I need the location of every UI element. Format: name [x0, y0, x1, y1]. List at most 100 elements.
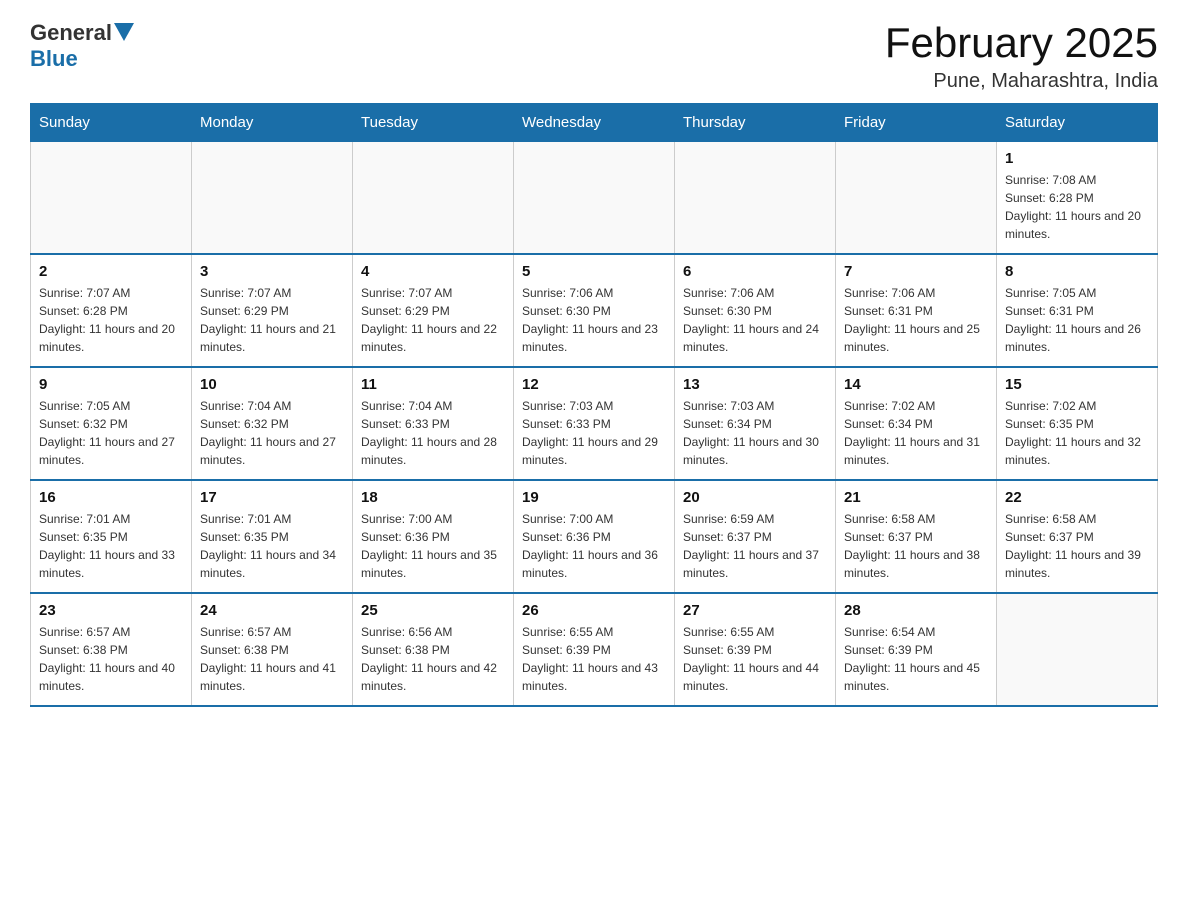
day-number: 26	[522, 602, 666, 619]
calendar-cell: 18 Sunrise: 7:00 AMSunset: 6:36 PMDayligh…	[353, 480, 514, 593]
week-row-2: 2Sunrise: 7:07 AMSunset: 6:28 PMDaylight…	[31, 254, 1158, 367]
day-number: 1	[1005, 150, 1149, 167]
calendar-cell: 2Sunrise: 7:07 AMSunset: 6:28 PMDaylight…	[31, 254, 192, 367]
header-monday: Monday	[192, 104, 353, 142]
calendar-cell: 15 Sunrise: 7:02 AMSunset: 6:35 PMDayligh…	[997, 367, 1158, 480]
header-saturday: Saturday	[997, 104, 1158, 142]
day-number: 28	[844, 602, 988, 619]
calendar-cell: 3Sunrise: 7:07 AMSunset: 6:29 PMDaylight…	[192, 254, 353, 367]
calendar-header: SundayMondayTuesdayWednesdayThursdayFrid…	[31, 104, 1158, 142]
week-row-5: 23 Sunrise: 6:57 AMSunset: 6:38 PMDayligh…	[31, 593, 1158, 706]
header-thursday: Thursday	[675, 104, 836, 142]
day-number: 27	[683, 602, 827, 619]
day-info: Sunrise: 7:00 AMSunset: 6:36 PMDaylight:…	[361, 510, 505, 582]
calendar-cell: 5 Sunrise: 7:06 AMSunset: 6:30 PMDaylight…	[514, 254, 675, 367]
day-info: Sunrise: 7:03 AMSunset: 6:33 PMDaylight:…	[522, 397, 666, 469]
header-friday: Friday	[836, 104, 997, 142]
day-info: Sunrise: 7:02 AMSunset: 6:35 PMDaylight:…	[1005, 397, 1149, 469]
logo: General Blue	[30, 20, 134, 72]
day-info: Sunrise: 6:55 AMSunset: 6:39 PMDaylight:…	[683, 623, 827, 695]
day-info: Sunrise: 7:03 AMSunset: 6:34 PMDaylight:…	[683, 397, 827, 469]
day-info: Sunrise: 7:08 AMSunset: 6:28 PMDaylight:…	[1005, 171, 1149, 243]
day-info: Sunrise: 7:06 AMSunset: 6:31 PMDaylight:…	[844, 284, 988, 356]
day-number: 13	[683, 376, 827, 393]
calendar-cell	[836, 142, 997, 255]
week-row-1: 1 Sunrise: 7:08 AMSunset: 6:28 PMDaylight…	[31, 142, 1158, 255]
day-info: Sunrise: 7:05 AMSunset: 6:32 PMDaylight:…	[39, 397, 183, 469]
calendar-cell: 13 Sunrise: 7:03 AMSunset: 6:34 PMDayligh…	[675, 367, 836, 480]
day-info: Sunrise: 7:01 AMSunset: 6:35 PMDaylight:…	[200, 510, 344, 582]
calendar-cell: 16Sunrise: 7:01 AMSunset: 6:35 PMDayligh…	[31, 480, 192, 593]
calendar-cell: 9 Sunrise: 7:05 AMSunset: 6:32 PMDaylight…	[31, 367, 192, 480]
page-header: General Blue February 2025 Pune, Maharas…	[30, 20, 1158, 93]
calendar-cell: 6Sunrise: 7:06 AMSunset: 6:30 PMDaylight…	[675, 254, 836, 367]
week-row-3: 9 Sunrise: 7:05 AMSunset: 6:32 PMDaylight…	[31, 367, 1158, 480]
week-row-4: 16Sunrise: 7:01 AMSunset: 6:35 PMDayligh…	[31, 480, 1158, 593]
day-number: 23	[39, 602, 183, 619]
day-info: Sunrise: 7:02 AMSunset: 6:34 PMDaylight:…	[844, 397, 988, 469]
day-info: Sunrise: 7:07 AMSunset: 6:29 PMDaylight:…	[200, 284, 344, 356]
day-number: 9	[39, 376, 183, 393]
day-info: Sunrise: 6:58 AMSunset: 6:37 PMDaylight:…	[1005, 510, 1149, 582]
day-number: 21	[844, 489, 988, 506]
calendar-cell: 7 Sunrise: 7:06 AMSunset: 6:31 PMDaylight…	[836, 254, 997, 367]
day-number: 11	[361, 376, 505, 393]
day-info: Sunrise: 6:57 AMSunset: 6:38 PMDaylight:…	[39, 623, 183, 695]
logo-general-text: General	[30, 20, 112, 46]
calendar-cell: 21 Sunrise: 6:58 AMSunset: 6:37 PMDayligh…	[836, 480, 997, 593]
day-info: Sunrise: 6:59 AMSunset: 6:37 PMDaylight:…	[683, 510, 827, 582]
day-number: 12	[522, 376, 666, 393]
calendar-cell: 23 Sunrise: 6:57 AMSunset: 6:38 PMDayligh…	[31, 593, 192, 706]
day-info: Sunrise: 7:06 AMSunset: 6:30 PMDaylight:…	[522, 284, 666, 356]
calendar-cell: 28 Sunrise: 6:54 AMSunset: 6:39 PMDayligh…	[836, 593, 997, 706]
calendar-cell: 10Sunrise: 7:04 AMSunset: 6:32 PMDayligh…	[192, 367, 353, 480]
day-info: Sunrise: 6:54 AMSunset: 6:39 PMDaylight:…	[844, 623, 988, 695]
header-tuesday: Tuesday	[353, 104, 514, 142]
logo-combined: General Blue	[30, 20, 134, 72]
calendar-cell: 1 Sunrise: 7:08 AMSunset: 6:28 PMDaylight…	[997, 142, 1158, 255]
day-info: Sunrise: 6:56 AMSunset: 6:38 PMDaylight:…	[361, 623, 505, 695]
calendar-cell: 27 Sunrise: 6:55 AMSunset: 6:39 PMDayligh…	[675, 593, 836, 706]
calendar-cell: 25 Sunrise: 6:56 AMSunset: 6:38 PMDayligh…	[353, 593, 514, 706]
calendar-cell: 26 Sunrise: 6:55 AMSunset: 6:39 PMDayligh…	[514, 593, 675, 706]
header-sunday: Sunday	[31, 104, 192, 142]
day-number: 10	[200, 376, 344, 393]
day-number: 20	[683, 489, 827, 506]
day-number: 15	[1005, 376, 1149, 393]
calendar-cell: 24 Sunrise: 6:57 AMSunset: 6:38 PMDayligh…	[192, 593, 353, 706]
logo-blue-text: Blue	[30, 46, 78, 72]
calendar-cell	[997, 593, 1158, 706]
day-info: Sunrise: 7:07 AMSunset: 6:29 PMDaylight:…	[361, 284, 505, 356]
day-number: 7	[844, 263, 988, 280]
calendar-cell: 8 Sunrise: 7:05 AMSunset: 6:31 PMDaylight…	[997, 254, 1158, 367]
day-info: Sunrise: 7:04 AMSunset: 6:33 PMDaylight:…	[361, 397, 505, 469]
calendar-cell: 4 Sunrise: 7:07 AMSunset: 6:29 PMDaylight…	[353, 254, 514, 367]
day-number: 17	[200, 489, 344, 506]
logo-arrow-icon	[114, 23, 134, 41]
calendar-cell: 22 Sunrise: 6:58 AMSunset: 6:37 PMDayligh…	[997, 480, 1158, 593]
calendar-cell: 17 Sunrise: 7:01 AMSunset: 6:35 PMDayligh…	[192, 480, 353, 593]
day-number: 2	[39, 263, 183, 280]
calendar-cell: 19Sunrise: 7:00 AMSunset: 6:36 PMDayligh…	[514, 480, 675, 593]
calendar-cell	[675, 142, 836, 255]
day-number: 6	[683, 263, 827, 280]
day-info: Sunrise: 7:05 AMSunset: 6:31 PMDaylight:…	[1005, 284, 1149, 356]
header-wednesday: Wednesday	[514, 104, 675, 142]
day-info: Sunrise: 6:58 AMSunset: 6:37 PMDaylight:…	[844, 510, 988, 582]
day-info: Sunrise: 7:01 AMSunset: 6:35 PMDaylight:…	[39, 510, 183, 582]
day-number: 14	[844, 376, 988, 393]
day-number: 18	[361, 489, 505, 506]
location-title: Pune, Maharashtra, India	[885, 70, 1158, 93]
title-block: February 2025 Pune, Maharashtra, India	[885, 20, 1158, 93]
day-number: 24	[200, 602, 344, 619]
day-number: 4	[361, 263, 505, 280]
calendar-cell	[192, 142, 353, 255]
day-number: 5	[522, 263, 666, 280]
calendar-table: SundayMondayTuesdayWednesdayThursdayFrid…	[30, 103, 1158, 707]
day-number: 25	[361, 602, 505, 619]
day-info: Sunrise: 7:00 AMSunset: 6:36 PMDaylight:…	[522, 510, 666, 582]
day-info: Sunrise: 6:55 AMSunset: 6:39 PMDaylight:…	[522, 623, 666, 695]
day-number: 8	[1005, 263, 1149, 280]
day-number: 22	[1005, 489, 1149, 506]
day-info: Sunrise: 6:57 AMSunset: 6:38 PMDaylight:…	[200, 623, 344, 695]
